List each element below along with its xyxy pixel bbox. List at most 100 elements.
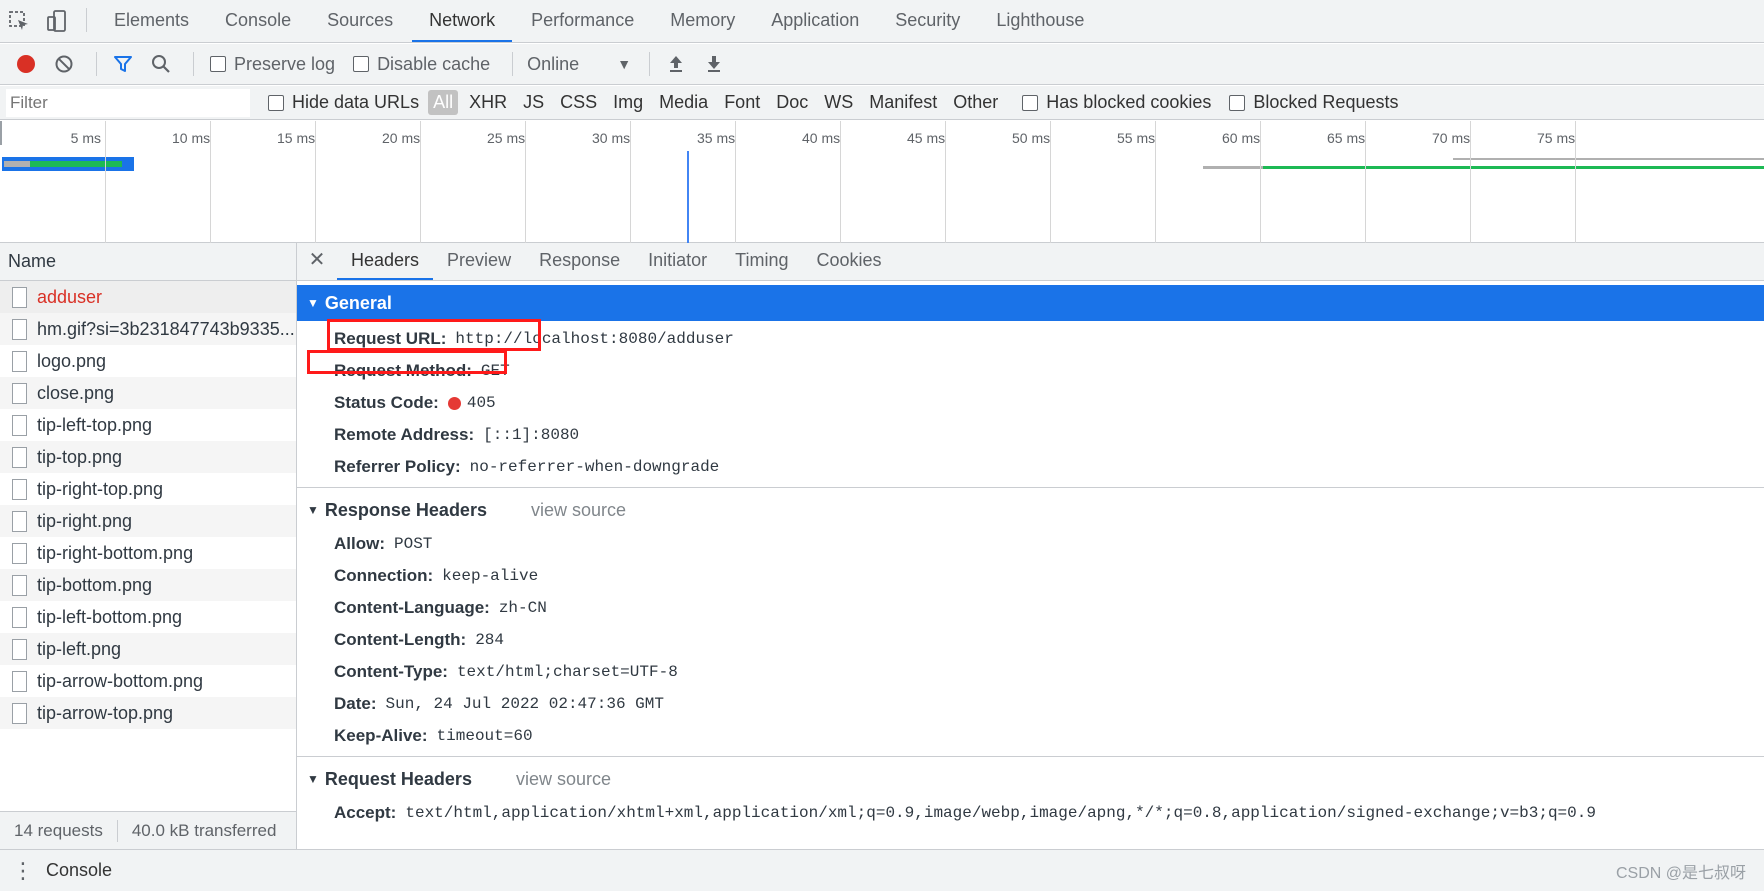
device-toolbar-icon[interactable] (44, 7, 70, 35)
tab-performance[interactable]: Performance (514, 10, 651, 42)
blocked-requests-checkbox[interactable] (1229, 94, 1246, 111)
request-row[interactable]: hm.gif?si=3b231847743b9335... (0, 313, 296, 345)
request-name: tip-right.png (37, 510, 133, 531)
overview-tick-label: 75 ms (1537, 130, 1576, 146)
header-row: Content-Length: 284 (297, 624, 1764, 656)
response-headers-section-header[interactable]: ▼ Response Headers view source (297, 492, 1764, 528)
tab-network[interactable]: Network (412, 10, 513, 42)
file-icon (12, 318, 27, 340)
tab-application[interactable]: Application (754, 10, 876, 42)
has-blocked-cookies-checkbox[interactable] (1022, 94, 1039, 111)
request-name: tip-right-bottom.png (37, 542, 194, 563)
header-key: Content-Type: (334, 662, 448, 681)
filter-input[interactable] (6, 88, 250, 117)
overview-tick-label: 40 ms (802, 130, 841, 146)
request-name: tip-right-top.png (37, 478, 164, 499)
throttling-value: Online (527, 53, 580, 74)
header-key: Referrer Policy: (334, 457, 461, 476)
hide-data-urls-checkbox[interactable] (268, 94, 284, 111)
filter-toggle-button[interactable] (107, 49, 139, 79)
detail-tab-preview[interactable]: Preview (433, 250, 525, 280)
type-filter-all[interactable]: All (428, 90, 459, 115)
overview-grid-line (945, 121, 946, 243)
timeline-overview[interactable]: 5 ms 10 ms 15 ms 20 ms 25 ms 30 ms 35 ms 40 ms 4… (0, 121, 1764, 243)
header-value: Sun, 24 Jul 2022 02:47:36 GMT (385, 695, 664, 713)
tab-memory[interactable]: Memory (653, 10, 752, 42)
type-filter-css[interactable]: CSS (555, 90, 602, 115)
request-row[interactable]: tip-top.png (0, 441, 296, 473)
record-button[interactable] (10, 49, 42, 79)
type-filter-font[interactable]: Font (719, 90, 765, 115)
preserve-log-checkbox[interactable] (210, 56, 226, 72)
tab-security[interactable]: Security (878, 10, 977, 42)
detail-tab-cookies[interactable]: Cookies (803, 250, 896, 280)
request-row[interactable]: close.png (0, 377, 296, 409)
header-key: Content-Length: (334, 630, 467, 649)
search-icon (152, 55, 170, 73)
type-filter-media[interactable]: Media (654, 90, 713, 115)
header-value: 405 (466, 394, 496, 412)
request-row[interactable]: tip-right.png (0, 505, 296, 537)
general-section-header[interactable]: ▼ General (297, 285, 1764, 321)
type-filter-js[interactable]: JS (518, 90, 549, 115)
file-icon (12, 638, 27, 660)
more-options-icon[interactable]: ⋮ (0, 858, 46, 884)
header-value: zh-CN (498, 599, 547, 617)
tab-lighthouse[interactable]: Lighthouse (979, 10, 1101, 42)
type-filter-manifest[interactable]: Manifest (864, 90, 942, 115)
header-row-referrer-policy: Referrer Policy: no-referrer-when-downgr… (297, 451, 1764, 483)
inspect-element-icon[interactable] (6, 7, 32, 35)
overview-grid-line (525, 121, 526, 243)
clear-button[interactable] (48, 49, 80, 79)
tab-elements[interactable]: Elements (97, 10, 206, 42)
overview-tick-label: 25 ms (487, 130, 526, 146)
type-filter-img[interactable]: Img (608, 90, 648, 115)
header-row-request-url: Request URL: http://localhost:8080/addus… (297, 323, 1764, 355)
overview-start-handle[interactable] (0, 121, 2, 145)
request-row[interactable]: tip-left-bottom.png (0, 601, 296, 633)
request-row[interactable]: tip-right-top.png (0, 473, 296, 505)
view-source-link[interactable]: view source (531, 500, 626, 521)
detail-tab-response[interactable]: Response (525, 250, 634, 280)
file-icon (12, 670, 27, 692)
request-headers-section-header[interactable]: ▼ Request Headers view source (297, 761, 1764, 797)
type-filter-doc[interactable]: Doc (771, 90, 813, 115)
request-row[interactable]: tip-right-bottom.png (0, 537, 296, 569)
drawer-tab-console[interactable]: Console (46, 860, 112, 881)
name-column-header[interactable]: Name (0, 243, 296, 281)
view-source-link[interactable]: view source (516, 769, 611, 790)
request-row[interactable]: tip-left.png (0, 633, 296, 665)
request-row[interactable]: tip-bottom.png (0, 569, 296, 601)
file-icon (12, 702, 27, 724)
type-filter-other[interactable]: Other (948, 90, 1003, 115)
request-row[interactable]: logo.png (0, 345, 296, 377)
type-filter-xhr[interactable]: XHR (464, 90, 512, 115)
detail-tab-timing[interactable]: Timing (721, 250, 802, 280)
tab-console[interactable]: Console (208, 10, 308, 42)
export-har-button[interactable] (698, 49, 730, 79)
request-row[interactable]: tip-arrow-bottom.png (0, 665, 296, 697)
request-row[interactable]: tip-left-top.png (0, 409, 296, 441)
header-value: http://localhost:8080/adduser (455, 330, 734, 348)
request-list: adduser hm.gif?si=3b231847743b9335... logo… (0, 281, 296, 729)
throttling-select[interactable]: Online ▼ (527, 54, 631, 75)
import-har-button[interactable] (660, 49, 692, 79)
toolbar-separator (512, 52, 514, 76)
overview-tick-label: 65 ms (1327, 130, 1366, 146)
overview-grid-line (735, 121, 736, 243)
request-row[interactable]: tip-arrow-top.png (0, 697, 296, 729)
expand-triangle-icon: ▼ (307, 503, 319, 517)
header-value: GET (480, 362, 510, 380)
detail-tab-headers[interactable]: Headers (337, 250, 434, 280)
type-filter-ws[interactable]: WS (819, 90, 858, 115)
request-name: hm.gif?si=3b231847743b9335... (37, 318, 295, 339)
tab-sources[interactable]: Sources (310, 10, 410, 42)
request-row[interactable]: adduser (0, 281, 296, 313)
header-key: Content-Language: (334, 598, 490, 617)
request-bar-pending (1453, 158, 1764, 160)
close-details-icon[interactable]: ✕ (297, 247, 337, 280)
overview-tick-label: 15 ms (277, 130, 316, 146)
search-button[interactable] (145, 49, 177, 79)
disable-cache-checkbox[interactable] (353, 56, 370, 72)
detail-tab-initiator[interactable]: Initiator (634, 250, 721, 280)
